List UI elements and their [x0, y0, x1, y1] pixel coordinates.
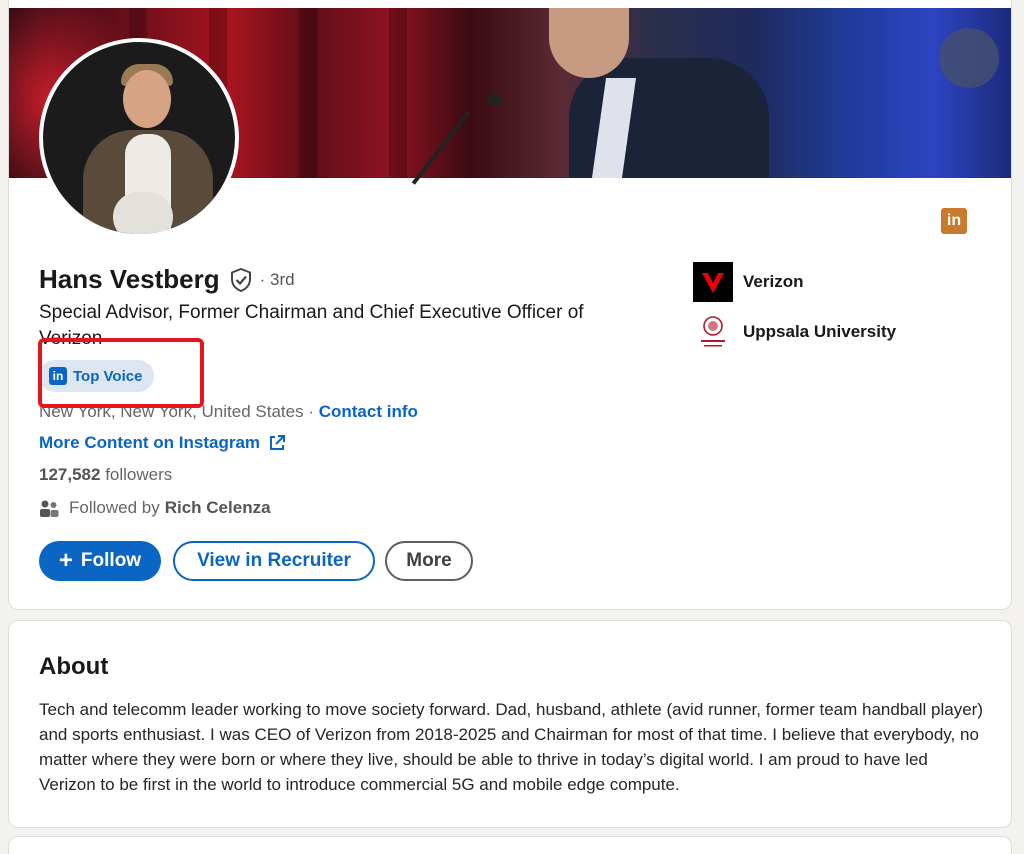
follow-button[interactable]: + Follow [39, 541, 161, 581]
about-card: About Tech and telecomm leader working t… [8, 620, 1012, 828]
company-verizon-label: Verizon [743, 272, 804, 291]
verizon-logo-icon [693, 262, 733, 302]
verified-shield-icon[interactable] [230, 267, 252, 292]
follow-button-label: Follow [80, 550, 142, 571]
followed-by-name: Rich Celenza [164, 498, 271, 517]
external-link-icon [270, 435, 286, 450]
profile-card: in Hans Vestberg · 3rd Special Advisor, … [8, 0, 1012, 610]
followers-count: 127,582 followers [39, 465, 172, 485]
instagram-link[interactable]: More Content on Instagram [39, 433, 286, 453]
uppsala-university-logo-icon [693, 314, 733, 350]
profile-name: Hans Vestberg [39, 264, 220, 294]
people-icon [40, 500, 59, 517]
next-section-card [8, 836, 1012, 854]
followed-by-row[interactable]: Followed by Rich Celenza [39, 498, 271, 518]
followers-number: 127,582 [39, 465, 101, 484]
profile-photo[interactable] [39, 38, 239, 238]
instagram-link-label: More Content on Instagram [39, 433, 261, 452]
school-uppsala[interactable]: Uppsala University [693, 314, 896, 350]
about-body: Tech and telecomm leader working to move… [39, 700, 983, 794]
name-row: Hans Vestberg · 3rd [39, 264, 295, 295]
highlight-annotation-box [38, 338, 204, 408]
more-button[interactable]: More [385, 541, 473, 581]
view-in-recruiter-button[interactable]: View in Recruiter [173, 541, 375, 581]
about-title: About [39, 653, 109, 680]
contact-info-link[interactable]: Contact info [319, 402, 418, 421]
company-verizon[interactable]: Verizon [693, 262, 803, 302]
school-uppsala-label: Uppsala University [743, 322, 897, 341]
followed-by-prefix: Followed by [69, 498, 160, 517]
connection-degree: · 3rd [259, 269, 295, 289]
followers-label: followers [105, 465, 173, 484]
plus-icon: + [58, 547, 73, 574]
linkedin-premium-icon[interactable]: in [941, 208, 967, 234]
